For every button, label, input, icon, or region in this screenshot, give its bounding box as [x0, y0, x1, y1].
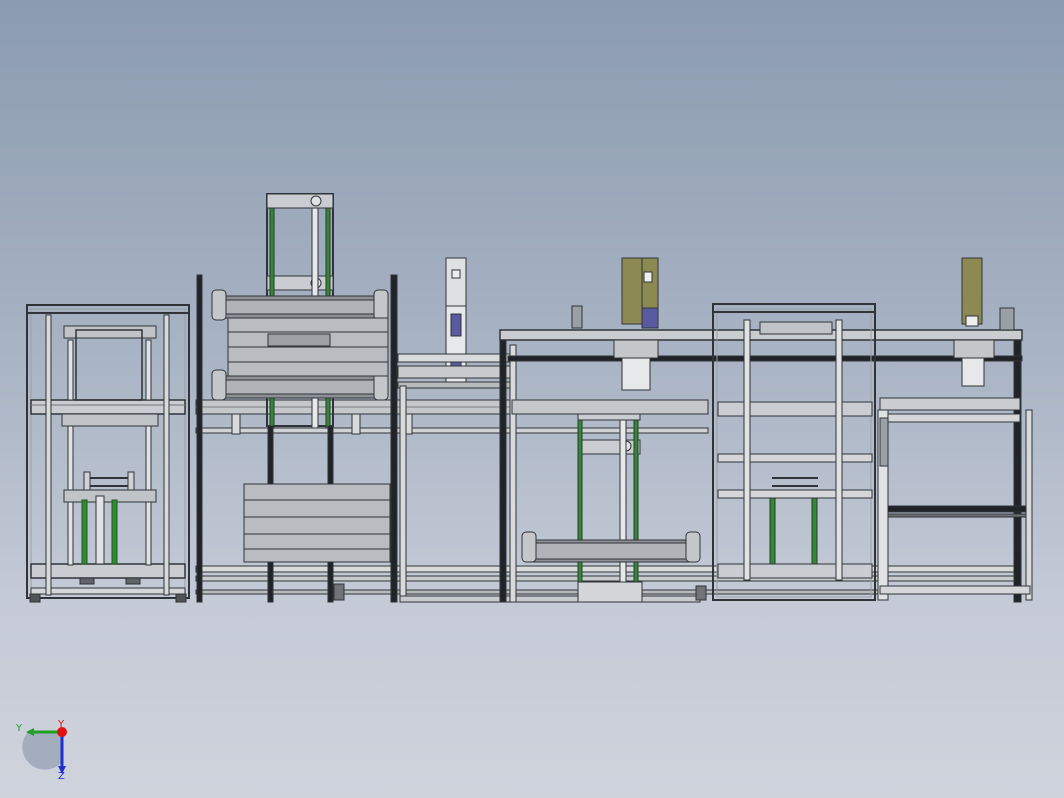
cad-viewport[interactable]: Y Y Z: [0, 0, 1064, 798]
triad-label-z: Z: [58, 771, 65, 782]
triad-axes: [22, 727, 67, 774]
triad-label-x: Y: [16, 723, 23, 734]
center-gantry: [499, 257, 1023, 603]
left-lifter-tower: [196, 193, 413, 603]
coordinate-triad: Y Y Z: [14, 718, 78, 784]
left-rack: [26, 304, 190, 603]
triad-label-y: Y: [58, 719, 65, 730]
machine-assembly-drawing[interactable]: [0, 0, 1064, 798]
